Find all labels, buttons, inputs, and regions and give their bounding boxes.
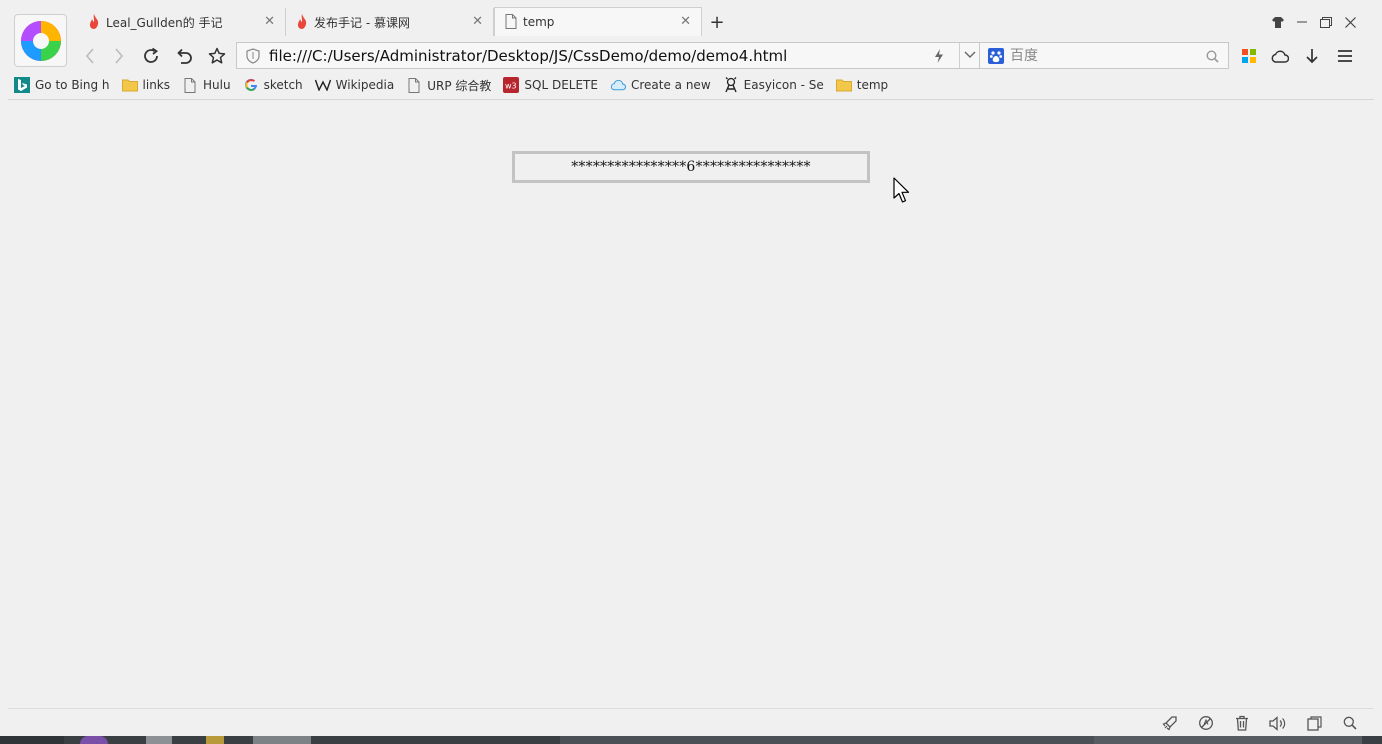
- search-bar[interactable]: [980, 42, 1229, 69]
- tab-label: temp: [523, 15, 555, 29]
- flame-icon: [297, 14, 307, 29]
- chevron-down-icon[interactable]: [964, 51, 976, 59]
- bookmark-label: sketch: [263, 78, 303, 92]
- bookmark-label: Go to Bing h: [35, 78, 110, 92]
- download-arrow-icon: [1306, 49, 1318, 64]
- forward-button[interactable]: [107, 44, 131, 68]
- window-icon[interactable]: [1305, 714, 1323, 732]
- page-content: ****************6****************: [0, 100, 1382, 707]
- demo-text: ****************6****************: [571, 159, 811, 175]
- google-icon: [243, 77, 259, 93]
- bookmark-hulu[interactable]: Hulu: [182, 77, 231, 93]
- w3schools-icon: w3: [503, 77, 520, 93]
- bing-icon: [14, 77, 30, 93]
- folder-icon: [121, 77, 138, 93]
- apps-grid-icon: [1242, 49, 1256, 63]
- bookmark-label: SQL DELETE: [524, 78, 598, 92]
- browser-logo[interactable]: [14, 14, 67, 67]
- search-icon[interactable]: [1206, 50, 1219, 63]
- address-bar[interactable]: file:///C:/Users/Administrator/Desktop/J…: [236, 42, 980, 69]
- bookmark-links[interactable]: links: [121, 77, 171, 93]
- tab-strip: Leal_Gullden的 手记 ✕ 发布手记 - 慕课网 ✕ temp ✕ +: [78, 7, 732, 36]
- bookmark-label: Easyicon - Se: [743, 78, 824, 92]
- undo-button[interactable]: [172, 44, 196, 68]
- skin-icon[interactable]: [1267, 12, 1289, 32]
- cloud-icon: [1271, 50, 1289, 63]
- bookmark-bing[interactable]: Go to Bing h: [14, 77, 110, 93]
- ad-block-icon[interactable]: [1197, 714, 1215, 732]
- reload-button[interactable]: [139, 44, 163, 68]
- tab-1[interactable]: 发布手记 - 慕课网 ✕: [286, 8, 494, 36]
- bookmark-star-button[interactable]: [205, 44, 229, 68]
- undo-icon: [177, 48, 192, 64]
- bookmark-temp[interactable]: temp: [835, 77, 889, 93]
- bookmark-urp[interactable]: URP 综合教: [406, 77, 491, 94]
- bookmark-create-new[interactable]: Create a new: [610, 77, 711, 93]
- zoom-icon[interactable]: [1341, 714, 1359, 732]
- reload-icon: [144, 47, 159, 63]
- close-icon[interactable]: ✕: [680, 15, 691, 28]
- close-icon[interactable]: ✕: [264, 15, 275, 28]
- mouse-cursor-icon: [893, 177, 910, 203]
- svg-text:w3: w3: [505, 82, 517, 91]
- chevron-right-icon: [115, 48, 124, 64]
- url-text[interactable]: file:///C:/Users/Administrator/Desktop/J…: [269, 47, 787, 65]
- wikipedia-icon: [314, 77, 331, 93]
- menu-button[interactable]: [1333, 44, 1357, 68]
- demo-text-box: ****************6****************: [512, 151, 870, 183]
- tab-2-active[interactable]: temp ✕: [494, 7, 702, 36]
- tab-label: Leal_Gullden的 手记: [106, 15, 223, 30]
- new-tab-button[interactable]: +: [702, 8, 732, 36]
- bookmark-label: temp: [856, 78, 889, 92]
- bookmark-label: Create a new: [630, 78, 711, 92]
- bookmark-easyicon[interactable]: Easyicon - Se: [723, 77, 824, 93]
- chevron-left-icon: [85, 48, 94, 64]
- apps-button[interactable]: [1237, 44, 1261, 68]
- bookmarks-bar: Go to Bing h links Hulu sketch Wikipedia: [14, 76, 900, 94]
- page-icon: [505, 14, 517, 29]
- flame-icon: [89, 14, 99, 29]
- page-icon: [182, 77, 198, 93]
- shield-icon: [246, 48, 260, 64]
- tab-label: 发布手记 - 慕课网: [314, 15, 410, 30]
- bookmark-sketch[interactable]: sketch: [243, 77, 303, 93]
- download-button[interactable]: [1300, 44, 1324, 68]
- back-button[interactable]: [78, 44, 102, 68]
- bookmark-label: URP 综合教: [427, 78, 492, 93]
- close-window-icon[interactable]: [1339, 12, 1361, 32]
- page-icon: [406, 77, 422, 93]
- os-taskbar: [0, 736, 1382, 744]
- trash-icon[interactable]: [1233, 714, 1251, 732]
- bookmark-label: links: [142, 78, 171, 92]
- hamburger-menu-icon: [1338, 50, 1352, 62]
- tab-0[interactable]: Leal_Gullden的 手记 ✕: [78, 8, 286, 36]
- bookmark-label: Hulu: [203, 78, 231, 92]
- bookmark-sql-delete[interactable]: w3 SQL DELETE: [503, 77, 598, 93]
- baidu-icon[interactable]: [988, 48, 1004, 64]
- browser-logo-icon: [20, 20, 61, 61]
- lightning-icon[interactable]: [934, 49, 944, 63]
- bookmark-wikipedia[interactable]: Wikipedia: [314, 77, 395, 93]
- search-input[interactable]: [1010, 46, 1200, 66]
- star-icon: [208, 47, 226, 64]
- cloud-icon: [610, 77, 626, 93]
- folder-icon: [835, 77, 852, 93]
- restore-icon[interactable]: [1315, 12, 1337, 32]
- easyicon-icon: [723, 77, 739, 93]
- minimize-icon[interactable]: [1291, 12, 1313, 32]
- close-icon[interactable]: ✕: [472, 15, 483, 28]
- rocket-icon[interactable]: [1161, 714, 1179, 732]
- speaker-icon[interactable]: [1268, 714, 1286, 732]
- statusbar-divider: [8, 708, 1374, 709]
- bookmark-label: Wikipedia: [335, 78, 395, 92]
- cloud-sync-button[interactable]: [1268, 44, 1292, 68]
